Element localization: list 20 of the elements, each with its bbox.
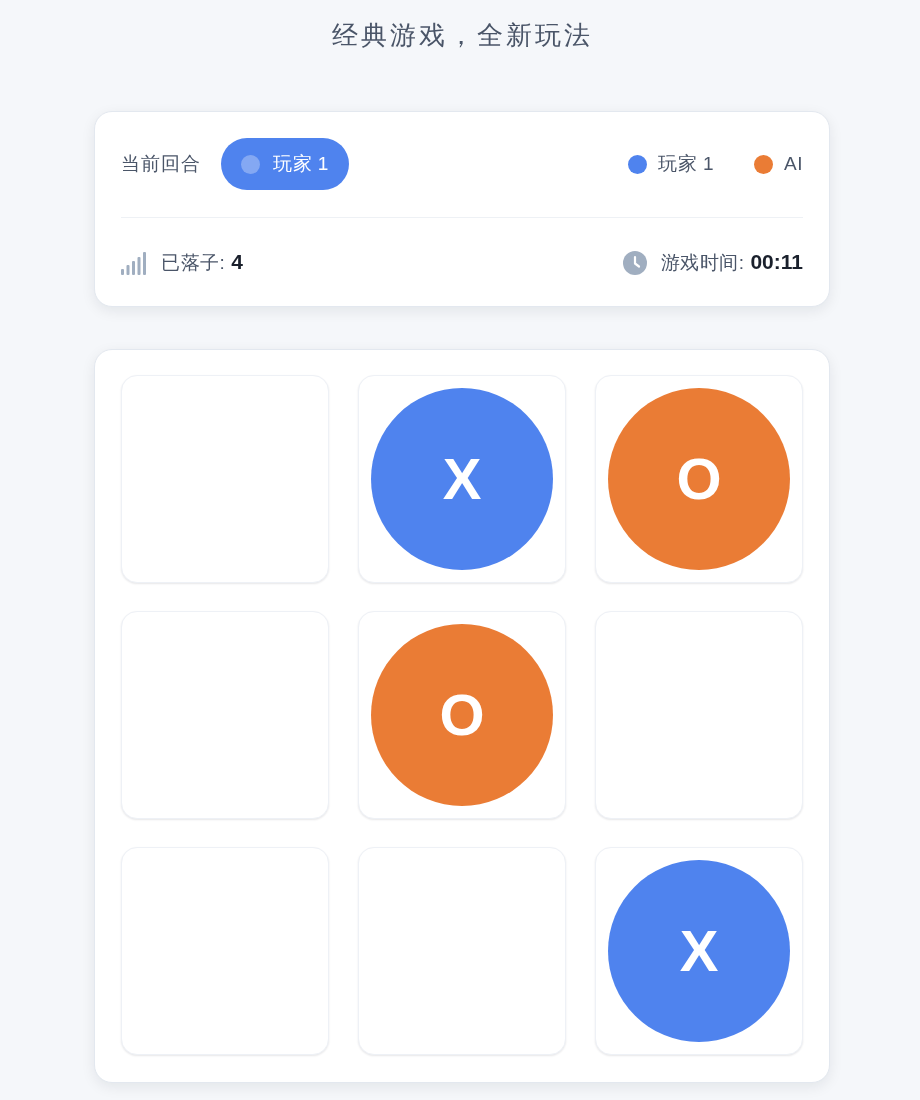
board-cell[interactable]: X [595,847,803,1055]
legend-label: 玩家 1 [658,152,715,176]
current-player-name: 玩家 1 [273,152,329,176]
turn-label: 当前回合 [121,152,201,176]
game-piece: O [608,388,790,570]
moves-count: 4 [231,250,243,274]
board-cell[interactable]: O [358,611,566,819]
time-label: 游戏时间: [660,251,745,275]
board-cell[interactable]: X [358,375,566,583]
legend-label: AI [784,153,803,175]
board-cell[interactable]: O [595,375,803,583]
clock-icon [622,251,647,275]
game-piece: X [371,388,553,570]
dot-icon [241,154,260,174]
game-piece: X [608,860,790,1042]
time-value: 00:11 [750,250,803,274]
subtitle: 经典游戏，全新玩法 [330,19,594,52]
moves-label: 已落子: [161,251,226,275]
game-piece: O [371,624,553,806]
signal-bars-icon [121,251,147,275]
